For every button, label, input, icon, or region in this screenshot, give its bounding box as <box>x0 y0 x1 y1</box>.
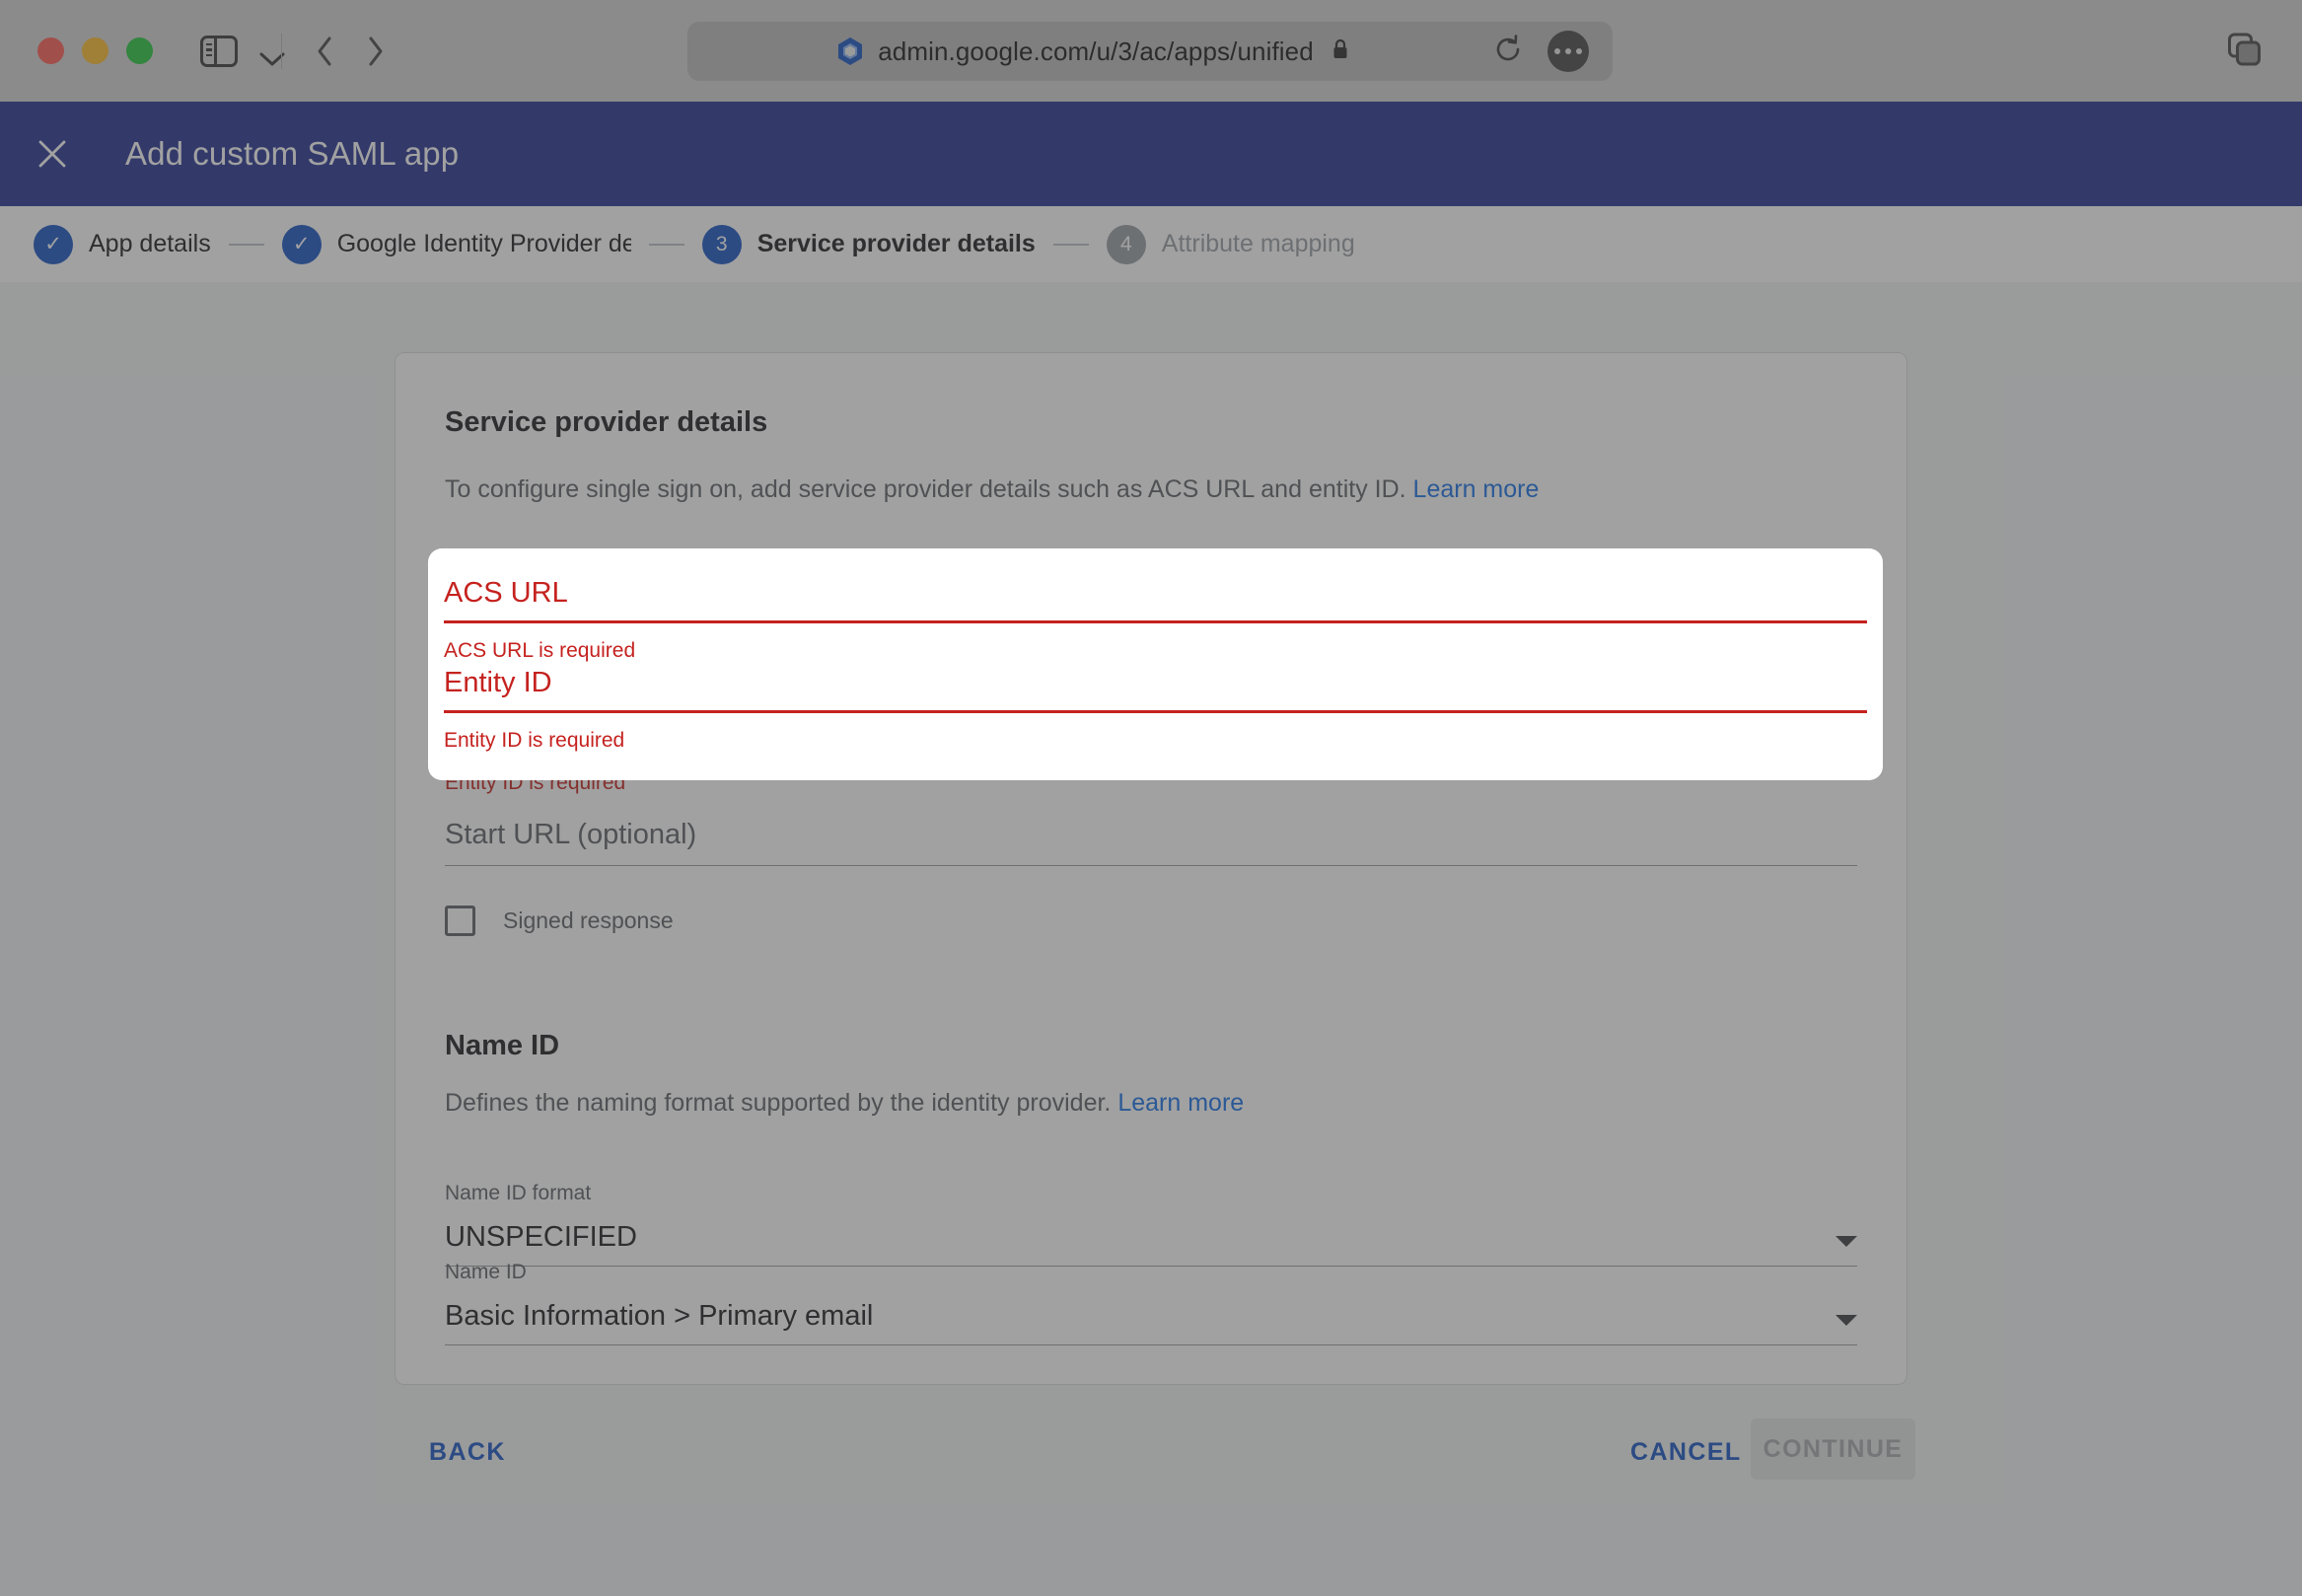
step-1-label: App details <box>89 230 211 257</box>
step-4-badge: 4 <box>1106 224 1146 264</box>
address-bar-actions <box>1492 31 1589 72</box>
service-provider-details-card: Service provider details To configure si… <box>395 352 1907 1385</box>
lock-icon <box>1331 37 1349 66</box>
close-window-button[interactable] <box>37 37 64 64</box>
step-attribute-mapping[interactable]: 4 Attribute mapping <box>1106 224 1355 264</box>
minimize-window-button[interactable] <box>82 37 108 64</box>
sidebar-toggle-button[interactable] <box>200 35 238 67</box>
name-id-format-select[interactable]: Name ID format UNSPECIFIED <box>445 1182 1857 1267</box>
step-app-details[interactable]: ✓ App details <box>34 224 211 264</box>
chevron-down-icon[interactable] <box>1835 1315 1857 1326</box>
entity-id-label-highlight: Entity ID <box>444 667 552 698</box>
highlighted-required-fields: ACS URL ACS URL is required Entity ID En… <box>428 548 1883 780</box>
step-connector <box>1052 243 1089 246</box>
google-admin-hexagon-icon <box>836 36 864 66</box>
address-bar[interactable]: admin.google.com/u/3/ac/apps/unified <box>687 22 1613 81</box>
wizard-stepper: ✓ App details ✓ Google Identity Provider… <box>0 206 2302 282</box>
step-connector <box>228 243 264 246</box>
name-id-format-value: UNSPECIFIED <box>445 1221 637 1253</box>
continue-button[interactable]: CONTINUE <box>1751 1418 1915 1480</box>
name-id-select[interactable]: Name ID Basic Information > Primary emai… <box>445 1261 1857 1345</box>
step-google-identity-provider-details[interactable]: ✓ Google Identity Provider details <box>281 224 631 264</box>
window-controls <box>37 37 153 64</box>
name-id-section-title: Name ID <box>445 1030 560 1061</box>
page-body: Service provider details To configure si… <box>0 282 2302 1596</box>
signed-response-checkbox[interactable] <box>445 906 475 936</box>
step-2-label: Google Identity Provider details <box>336 230 631 257</box>
app-header: Add custom SAML app <box>0 102 2302 206</box>
card-description-text: To configure single sign on, add service… <box>445 475 1406 503</box>
learn-more-link-nameid[interactable]: Learn more <box>1117 1089 1244 1117</box>
start-url-field[interactable]: Start URL (optional) <box>445 819 1857 866</box>
tabs-overview-icon[interactable] <box>2223 28 2265 74</box>
cancel-button[interactable]: CANCEL <box>1630 1438 1742 1467</box>
learn-more-link-sp[interactable]: Learn more <box>1413 475 1540 503</box>
forward-button[interactable] <box>367 36 385 67</box>
signed-response-label: Signed response <box>503 907 674 933</box>
step-4-label: Attribute mapping <box>1161 230 1355 257</box>
step-2-badge: ✓ <box>281 224 322 264</box>
page-title: Add custom SAML app <box>125 135 460 172</box>
chevron-down-icon[interactable] <box>1835 1236 1857 1247</box>
step-3-badge: 3 <box>701 224 742 264</box>
back-button[interactable]: BACK <box>429 1438 506 1467</box>
address-bar-url: admin.google.com/u/3/ac/apps/unified <box>878 36 1314 66</box>
acs-url-label-highlight: ACS URL <box>444 577 568 609</box>
acs-url-error-highlight: ACS URL is required <box>444 639 636 662</box>
start-url-placeholder: Start URL (optional) <box>445 819 697 850</box>
name-id-section-description: Defines the naming format supported by t… <box>445 1089 1244 1118</box>
step-1-badge: ✓ <box>34 224 73 264</box>
browser-toolbar: admin.google.com/u/3/ac/apps/unified <box>0 0 2302 102</box>
card-description: To configure single sign on, add service… <box>445 472 1857 507</box>
card-title: Service provider details <box>445 406 768 438</box>
entity-id-underline <box>444 710 1867 713</box>
navigation-buttons <box>316 36 385 67</box>
maximize-window-button[interactable] <box>126 37 153 64</box>
close-icon[interactable] <box>32 133 73 175</box>
reload-icon[interactable] <box>1492 34 1524 70</box>
name-id-description-text: Defines the naming format supported by t… <box>445 1089 1112 1117</box>
step-3-label: Service provider details <box>756 230 1036 257</box>
more-dots-icon[interactable] <box>1547 31 1589 72</box>
step-service-provider-details[interactable]: 3 Service provider details <box>701 224 1036 264</box>
sidebar-icon <box>200 35 238 67</box>
screenshot-root: admin.google.com/u/3/ac/apps/unified Add… <box>0 0 2302 1596</box>
acs-url-underline <box>444 620 1867 623</box>
entity-id-error-highlight: Entity ID is required <box>444 729 625 752</box>
signed-response-row[interactable]: Signed response <box>445 906 674 936</box>
toolbar-divider <box>281 33 282 69</box>
name-id-value: Basic Information > Primary email <box>445 1300 874 1332</box>
name-id-format-caption: Name ID format <box>445 1182 592 1204</box>
back-button[interactable] <box>316 36 333 67</box>
name-id-caption: Name ID <box>445 1261 527 1283</box>
step-connector <box>648 243 684 246</box>
